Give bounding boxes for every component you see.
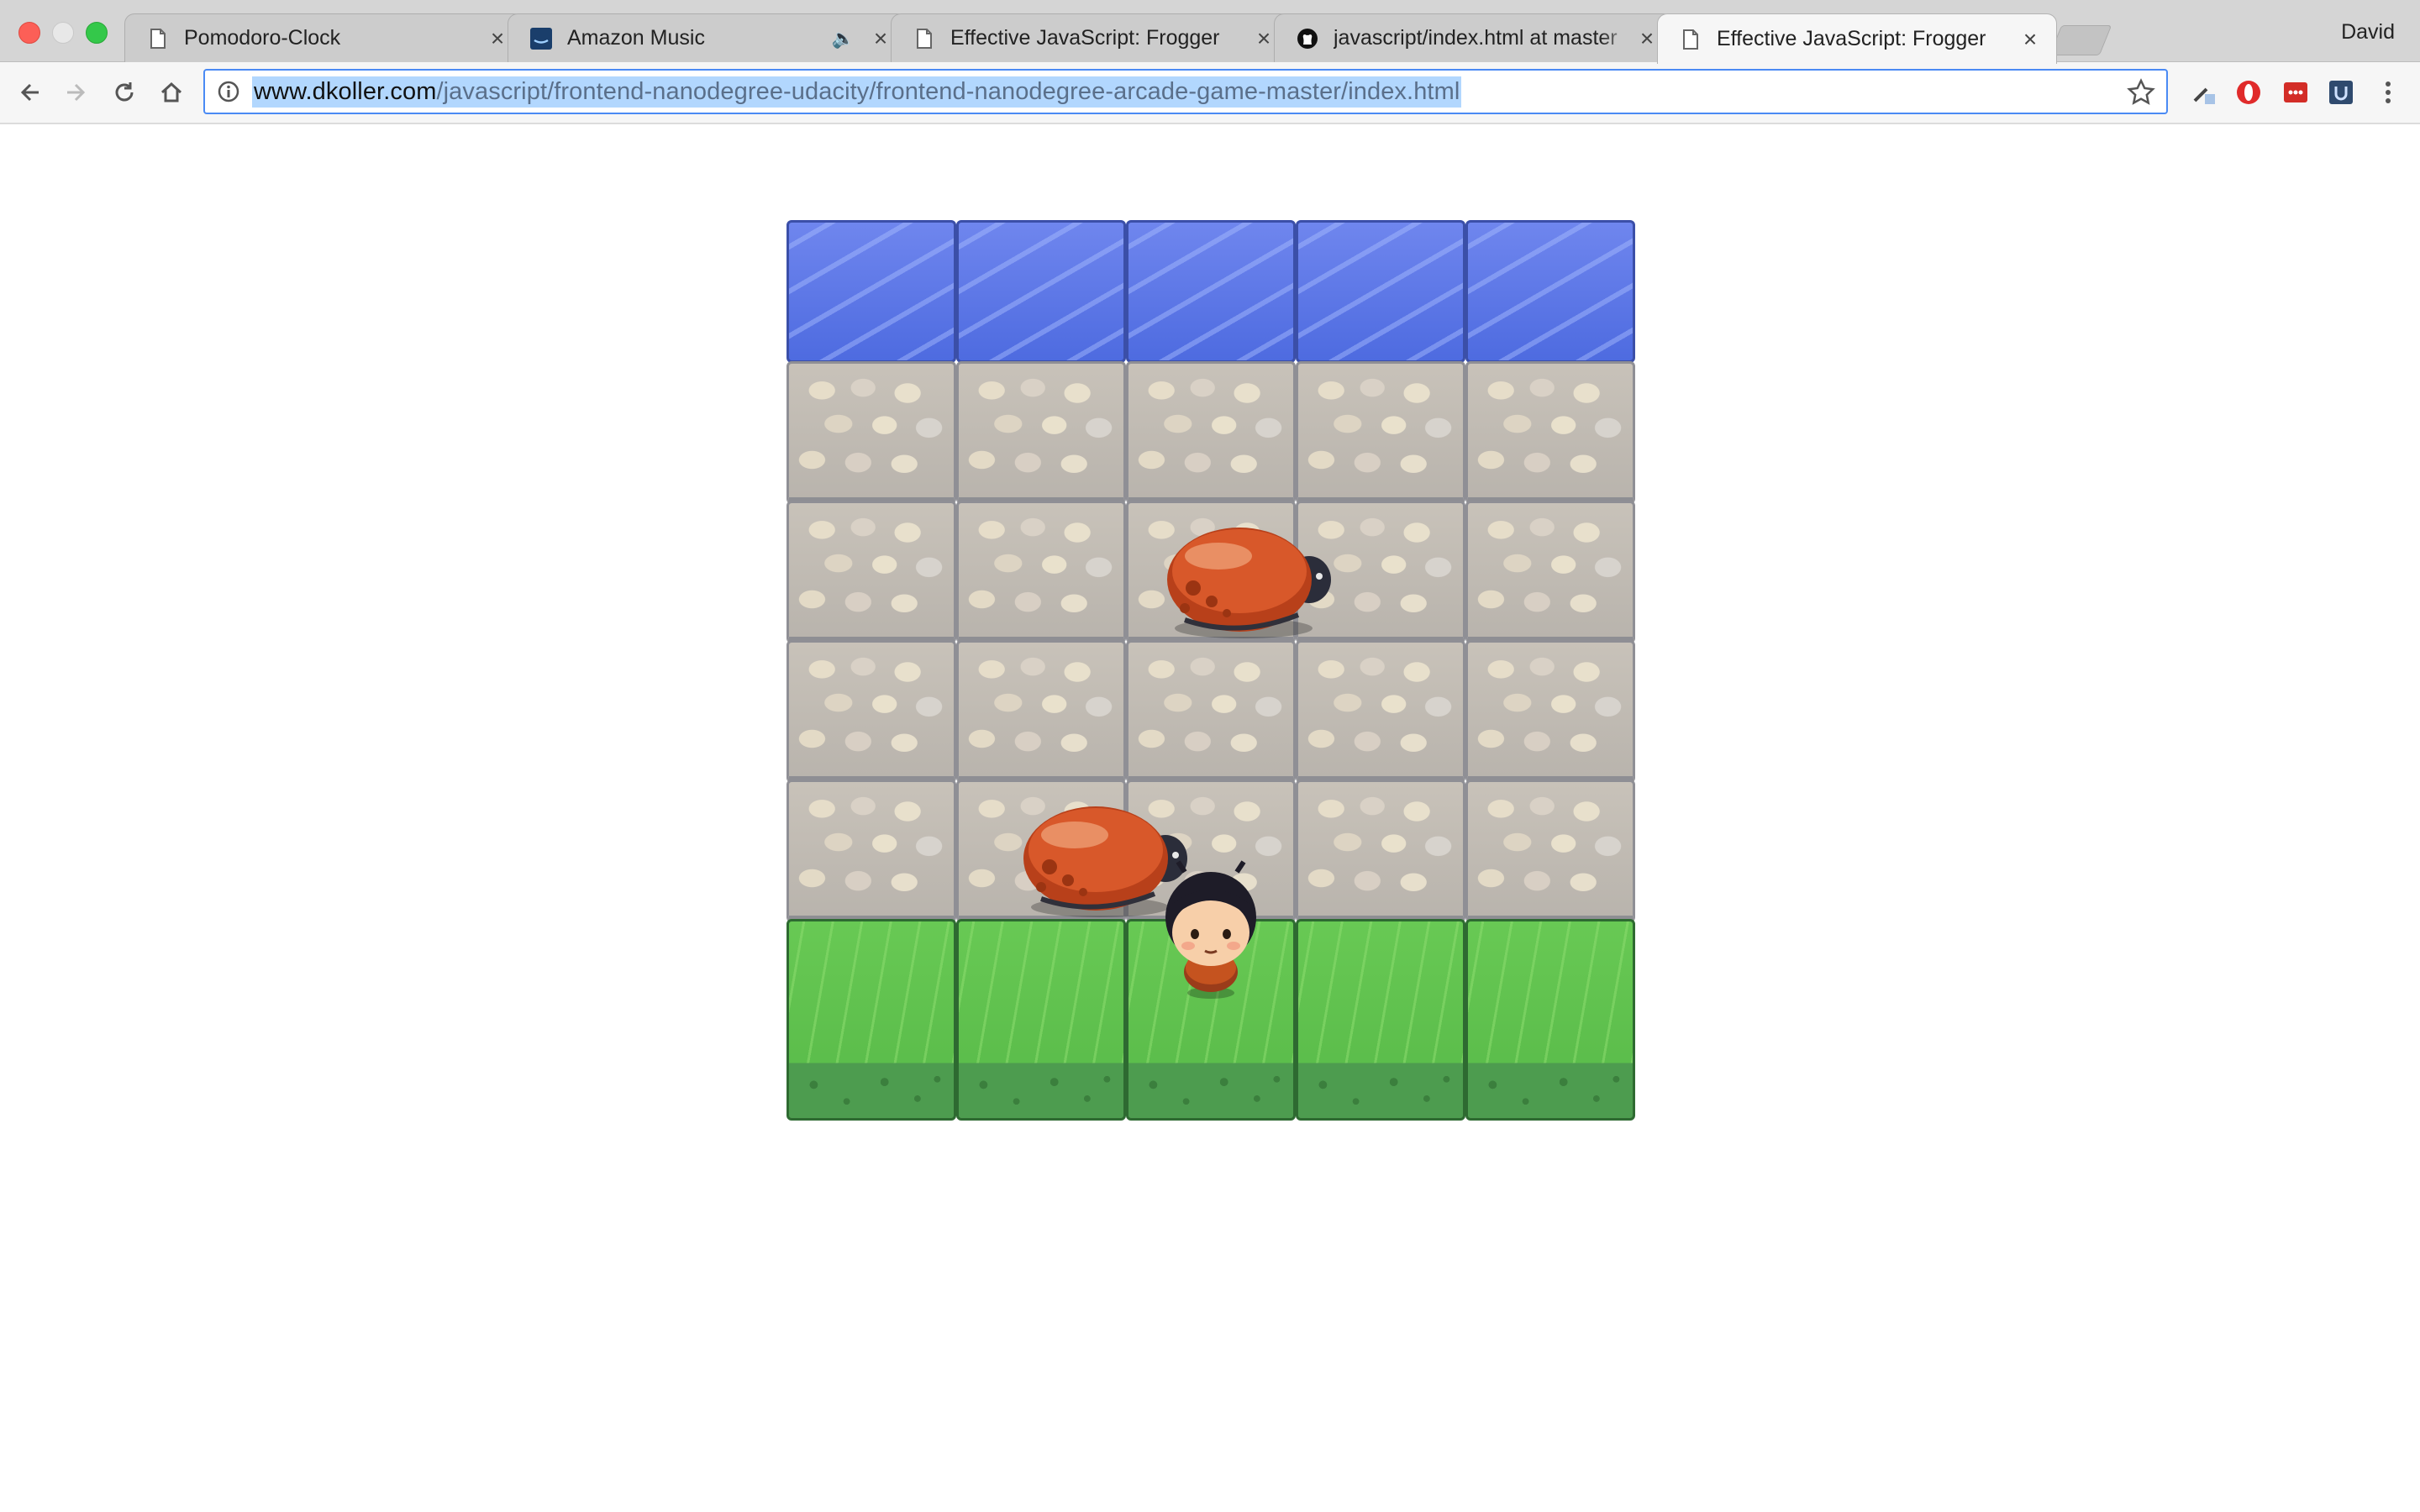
reload-button[interactable] (106, 74, 143, 111)
opera-extension-icon[interactable] (2235, 79, 2262, 106)
tab-title: Pomodoro-Clock (184, 26, 341, 50)
tab-close-button[interactable]: × (1636, 25, 1658, 52)
stone-tile (786, 780, 956, 922)
water-tile (956, 220, 1126, 363)
back-button[interactable] (12, 74, 49, 111)
grass-tile (786, 919, 956, 1121)
more-vert-icon (2386, 81, 2391, 103)
profile-name[interactable]: David (2341, 20, 2395, 45)
info-icon[interactable] (213, 76, 244, 107)
water-tile (1126, 220, 1296, 363)
url-path: /javascript/frontend-nanodegree-udacity/… (436, 77, 1460, 105)
forward-arrow-icon (67, 83, 86, 102)
stone-tile (1126, 361, 1296, 504)
stone-tile (1296, 361, 1465, 504)
chrome-menu-button[interactable] (2375, 79, 2402, 106)
enemy-bug (1167, 528, 1332, 638)
address-bar[interactable]: www.dkoller.com/javascript/frontend-nano… (203, 69, 2168, 114)
tab-close-button[interactable]: × (870, 25, 892, 52)
home-icon (160, 81, 182, 102)
stone-tile (1465, 361, 1635, 504)
tab-pomodoro-clock[interactable]: Pomodoro-Clock × (124, 13, 524, 62)
grass-tile (1465, 919, 1635, 1121)
stone-tile (786, 361, 956, 504)
water-tile (1296, 220, 1465, 363)
grass-tile (1296, 919, 1465, 1121)
stone-tile (1296, 780, 1465, 922)
tab-close-button[interactable]: × (1253, 25, 1275, 52)
page-icon (1680, 29, 1702, 50)
stone-tile (1465, 501, 1635, 643)
stone-tile (956, 640, 1126, 783)
tab-title: Effective JavaScript: Frogger (1717, 27, 1986, 50)
tab-title: javascript/index.html at master (1334, 26, 1618, 50)
back-arrow-icon (20, 83, 39, 102)
url-text[interactable]: www.dkoller.com/javascript/frontend-nano… (252, 76, 1462, 108)
tab-github[interactable]: javascript/index.html at master × (1274, 13, 1674, 62)
speaker-icon[interactable]: 🔈 (832, 28, 855, 50)
forward-button[interactable] (57, 74, 94, 111)
zoom-window-button[interactable] (86, 22, 108, 44)
shield-extension-icon[interactable] (2328, 79, 2354, 106)
tab-strip: Pomodoro-Clock × Amazon Music 🔈 × Effect… (0, 0, 2420, 64)
stone-tile (1126, 640, 1296, 783)
tab-close-button[interactable]: × (2019, 26, 2041, 53)
stone-tile (956, 361, 1126, 504)
player-boy (1165, 860, 1256, 999)
water-tile (786, 220, 956, 363)
tabs: Pomodoro-Clock × Amazon Music 🔈 × Effect… (124, 13, 2057, 64)
lastpass-extension-icon[interactable] (2282, 79, 2309, 106)
new-tab-button[interactable] (2049, 25, 2112, 55)
stone-tile (1296, 640, 1465, 783)
eyedropper-extension-icon[interactable] (2190, 79, 2217, 106)
stone-tile (1465, 640, 1635, 783)
tab-frogger-active[interactable]: Effective JavaScript: Frogger × (1657, 13, 2057, 64)
tab-frogger[interactable]: Effective JavaScript: Frogger × (891, 13, 1291, 62)
bookmark-star-icon[interactable] (2126, 77, 2156, 108)
reload-icon (115, 82, 134, 102)
tab-title: Amazon Music (567, 26, 705, 50)
stone-tile (786, 640, 956, 783)
tab-title: Effective JavaScript: Frogger (950, 26, 1220, 50)
game-canvas[interactable] (786, 220, 1635, 1126)
url-domain: www.dkoller.com (254, 77, 437, 105)
page-icon (147, 28, 169, 50)
stone-tile (786, 501, 956, 643)
water-tile (1465, 220, 1635, 363)
grass-tile (956, 919, 1126, 1121)
stone-tile (956, 501, 1126, 643)
stone-tile (1465, 780, 1635, 922)
amazon-music-icon (530, 27, 552, 50)
github-icon (1297, 28, 1318, 50)
page-icon (913, 28, 935, 50)
home-button[interactable] (153, 74, 190, 111)
close-window-button[interactable] (18, 22, 40, 44)
toolbar: www.dkoller.com/javascript/frontend-nano… (0, 62, 2420, 124)
minimize-window-button[interactable] (52, 22, 74, 44)
tab-close-button[interactable]: × (487, 25, 508, 52)
tab-amazon-music[interactable]: Amazon Music 🔈 × (508, 13, 908, 62)
